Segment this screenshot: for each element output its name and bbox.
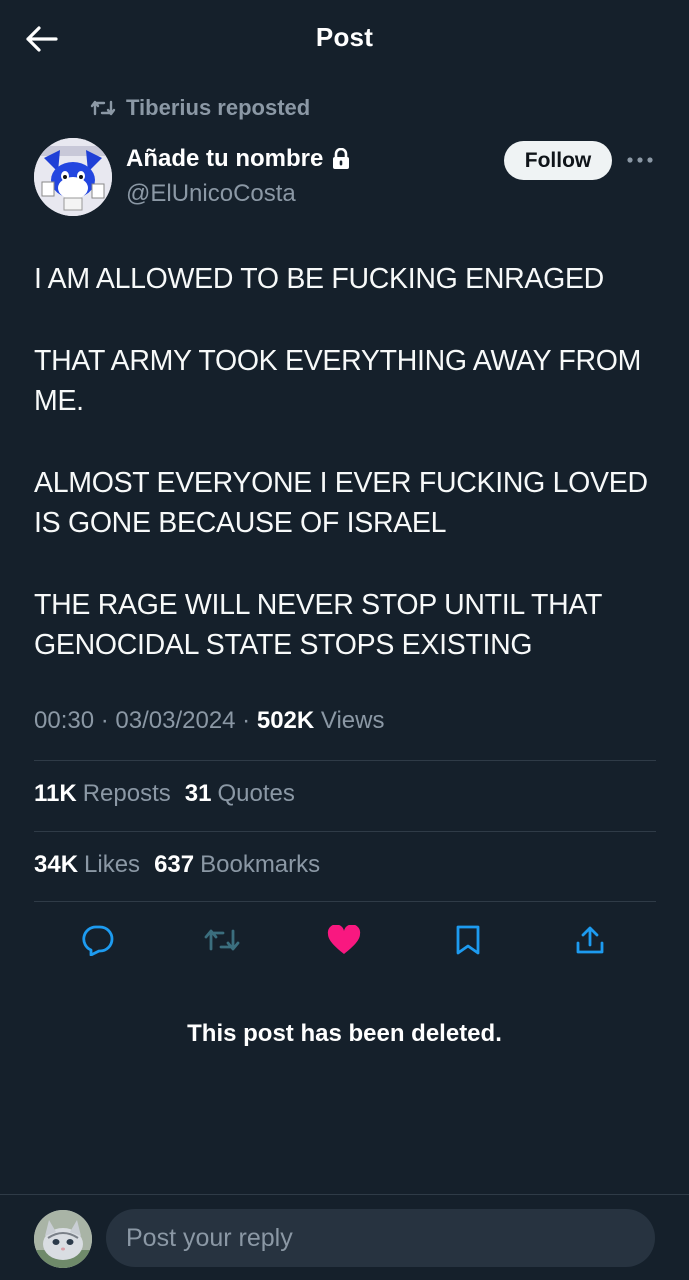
- author-avatar[interactable]: [34, 138, 112, 216]
- repost-icon: [90, 98, 116, 118]
- likes-stat[interactable]: 34K Likes: [34, 851, 140, 879]
- author-display-name: Añade tu nombre: [126, 145, 324, 172]
- quotes-count: 31: [184, 780, 212, 807]
- reposts-stat[interactable]: 11K Reposts: [34, 780, 171, 808]
- repost-text: Tiberius reposted: [126, 95, 311, 120]
- post-paragraph: THE RAGE WILL NEVER STOP UNTIL THAT GENO…: [34, 588, 602, 662]
- bookmark-icon: [456, 925, 480, 955]
- deleted-notice: This post has been deleted.: [187, 1020, 502, 1047]
- author-name[interactable]: Añade tu nombre: [126, 145, 351, 173]
- post-text: I AM ALLOWED TO BE FUCKING ENRAGED THAT …: [34, 259, 659, 666]
- action-bar: [0, 920, 689, 960]
- bookmarks-stat[interactable]: 637 Bookmarks: [154, 851, 320, 879]
- reply-input[interactable]: [106, 1209, 655, 1267]
- follow-button[interactable]: Follow: [504, 141, 612, 180]
- post-paragraph: I AM ALLOWED TO BE FUCKING ENRAGED: [34, 263, 604, 295]
- views-count: 502K: [256, 707, 315, 734]
- more-options-button[interactable]: [626, 148, 654, 172]
- share-button[interactable]: [570, 920, 610, 960]
- post-meta: 00:30 · 03/03/2024 · 502K Views: [34, 707, 385, 734]
- bookmarks-label: Bookmarks: [200, 851, 321, 878]
- page-title: Post: [315, 22, 374, 52]
- post-paragraph: THAT ARMY TOOK EVERYTHING AWAY FROM ME.: [34, 344, 642, 418]
- divider: [34, 760, 656, 761]
- likes-label: Likes: [84, 851, 141, 878]
- repost-icon: [204, 929, 240, 951]
- likes-count: 34K: [34, 851, 79, 878]
- user-avatar[interactable]: [34, 1210, 92, 1268]
- author-handle[interactable]: @ElUnicoCosta: [126, 180, 296, 208]
- views-label: Views: [320, 707, 385, 734]
- post-detail-screen: Post Tiberius reposted Añade tu nombre @…: [0, 0, 689, 1280]
- repost-button[interactable]: [202, 920, 242, 960]
- post-paragraph: ALMOST EVERYONE I EVER FUCKING LOVED IS …: [34, 466, 648, 540]
- lock-icon: [331, 148, 351, 170]
- like-button[interactable]: [324, 920, 364, 960]
- more-icon: [627, 157, 653, 163]
- post-date[interactable]: 03/03/2024: [115, 707, 235, 734]
- repost-stats-row: 11K Reposts 31 Quotes: [34, 780, 309, 808]
- share-icon: [576, 926, 604, 954]
- bookmarks-count: 637: [154, 851, 195, 878]
- divider: [34, 901, 656, 902]
- comment-icon: [82, 925, 114, 956]
- heart-filled-icon: [327, 925, 361, 954]
- post-time[interactable]: 00:30: [34, 707, 94, 734]
- reply-bar: [0, 1194, 689, 1280]
- reposts-count: 11K: [34, 780, 77, 807]
- divider: [34, 831, 656, 832]
- likes-stats-row: 34K Likes 637 Bookmarks: [34, 851, 334, 879]
- quotes-stat[interactable]: 31 Quotes: [185, 780, 295, 808]
- reposts-label: Reposts: [82, 780, 171, 807]
- top-bar: Post: [0, 0, 689, 78]
- quotes-label: Quotes: [217, 780, 295, 807]
- repost-indicator[interactable]: Tiberius reposted: [90, 95, 310, 121]
- reply-button[interactable]: [78, 920, 118, 960]
- bookmark-button[interactable]: [448, 920, 488, 960]
